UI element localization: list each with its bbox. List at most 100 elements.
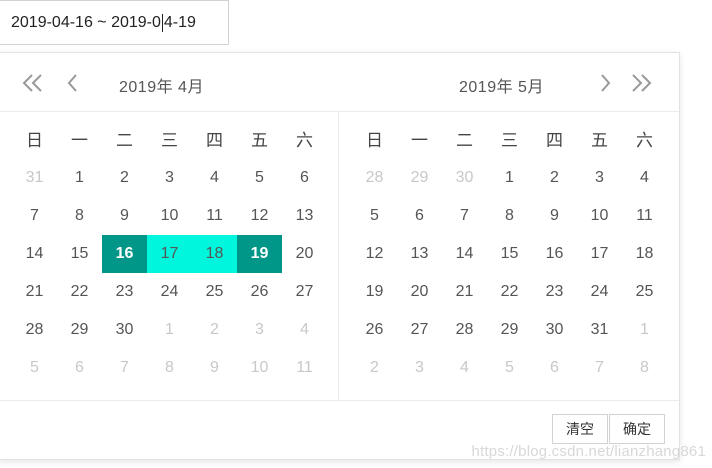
day-cell[interactable]: 11 [282,349,327,387]
day-cell[interactable]: 6 [282,159,327,197]
day-cell[interactable]: 30 [442,159,487,197]
day-cell[interactable]: 2 [352,349,397,387]
day-cell[interactable]: 12 [237,197,282,235]
prev-month-button[interactable] [61,71,85,95]
day-cell[interactable]: 7 [102,349,147,387]
day-cell[interactable]: 2 [532,159,577,197]
day-cell[interactable]: 4 [442,349,487,387]
day-cell[interactable]: 21 [442,273,487,311]
day-cell[interactable]: 9 [192,349,237,387]
day-cell[interactable]: 27 [397,311,442,349]
day-cell[interactable]: 3 [237,311,282,349]
day-cell[interactable]: 30 [532,311,577,349]
day-cell[interactable]: 27 [282,273,327,311]
day-cell[interactable]: 11 [192,197,237,235]
day-cell-in-range[interactable]: 18 [192,235,237,273]
day-cell[interactable]: 18 [622,235,667,273]
day-cell[interactable]: 3 [397,349,442,387]
day-cell[interactable]: 2 [102,159,147,197]
day-cell[interactable]: 7 [442,197,487,235]
weekday-label: 日 [26,131,43,150]
day-cell[interactable]: 30 [102,311,147,349]
day-cell[interactable]: 1 [57,159,102,197]
day-cell[interactable]: 3 [147,159,192,197]
day-cell[interactable]: 10 [577,197,622,235]
day-cell[interactable]: 28 [352,159,397,197]
day-cell[interactable]: 29 [57,311,102,349]
day-cell[interactable]: 25 [622,273,667,311]
day-cell[interactable]: 20 [397,273,442,311]
weekday-label: 五 [591,131,608,150]
day-cell[interactable]: 13 [282,197,327,235]
day-cell[interactable]: 11 [622,197,667,235]
double-chevron-right-icon [632,74,652,92]
day-cell[interactable]: 2 [192,311,237,349]
left-month-title[interactable]: 2019年 4月 [119,73,204,97]
day-cell[interactable]: 29 [487,311,532,349]
clear-button[interactable]: 清空 [552,414,608,444]
day-cell[interactable]: 28 [12,311,57,349]
day-cell-selected[interactable]: 19 [237,235,282,273]
day-cell[interactable]: 10 [237,349,282,387]
day-cell[interactable]: 10 [147,197,192,235]
day-cell[interactable]: 14 [12,235,57,273]
day-cell[interactable]: 28 [442,311,487,349]
day-cell[interactable]: 22 [487,273,532,311]
day-cell[interactable]: 23 [532,273,577,311]
left-day-grid: 31 1 2 3 4 5 6 7 8 9 10 11 12 13 14 15 16 17 18 19 20 21 22 23 2… [12,159,327,387]
right-weekday-header: 日一二三四五六 [352,111,667,159]
day-cell[interactable]: 9 [102,197,147,235]
day-cell[interactable]: 31 [12,159,57,197]
day-cell-selected[interactable]: 16 [102,235,147,273]
confirm-button[interactable]: 确定 [609,414,665,444]
day-cell[interactable]: 3 [577,159,622,197]
day-cell[interactable]: 23 [102,273,147,311]
day-cell[interactable]: 25 [192,273,237,311]
right-month-title[interactable]: 2019年 5月 [459,73,544,97]
day-cell[interactable]: 9 [532,197,577,235]
day-cell[interactable]: 1 [147,311,192,349]
day-cell[interactable]: 1 [487,159,532,197]
day-cell[interactable]: 13 [397,235,442,273]
day-cell[interactable]: 6 [57,349,102,387]
prev-year-button[interactable] [21,71,45,95]
day-cell[interactable]: 22 [57,273,102,311]
next-month-button[interactable] [593,71,617,95]
right-day-grid: 28 29 30 1 2 3 4 5 6 7 8 9 10 11 12 13 14 15 16 17 18 19 20 21 2… [352,159,667,387]
day-cell[interactable]: 14 [442,235,487,273]
day-cell[interactable]: 8 [147,349,192,387]
day-cell[interactable]: 5 [352,197,397,235]
day-cell[interactable]: 1 [622,311,667,349]
day-cell[interactable]: 8 [487,197,532,235]
day-cell[interactable]: 31 [577,311,622,349]
next-year-button[interactable] [629,71,653,95]
day-cell[interactable]: 29 [397,159,442,197]
date-range-input[interactable]: 2019-04-16 ~ 2019-0 4-19 [0,0,229,45]
day-cell[interactable]: 21 [12,273,57,311]
day-cell[interactable]: 4 [192,159,237,197]
day-cell[interactable]: 7 [577,349,622,387]
day-cell[interactable]: 15 [57,235,102,273]
day-cell[interactable]: 5 [12,349,57,387]
day-cell[interactable]: 6 [532,349,577,387]
day-cell[interactable]: 12 [352,235,397,273]
day-cell[interactable]: 7 [12,197,57,235]
day-cell[interactable]: 5 [487,349,532,387]
day-cell[interactable]: 4 [282,311,327,349]
day-cell[interactable]: 4 [622,159,667,197]
day-cell[interactable]: 19 [352,273,397,311]
day-cell[interactable]: 6 [397,197,442,235]
day-cell[interactable]: 5 [237,159,282,197]
day-cell[interactable]: 20 [282,235,327,273]
day-cell[interactable]: 24 [147,273,192,311]
day-cell[interactable]: 24 [577,273,622,311]
picker-header: 2019年 4月 2019年 5月 [0,53,679,112]
day-cell[interactable]: 17 [577,235,622,273]
day-cell[interactable]: 15 [487,235,532,273]
day-cell[interactable]: 8 [622,349,667,387]
day-cell[interactable]: 8 [57,197,102,235]
day-cell[interactable]: 26 [352,311,397,349]
day-cell-in-range[interactable]: 17 [147,235,192,273]
day-cell[interactable]: 16 [532,235,577,273]
day-cell[interactable]: 26 [237,273,282,311]
